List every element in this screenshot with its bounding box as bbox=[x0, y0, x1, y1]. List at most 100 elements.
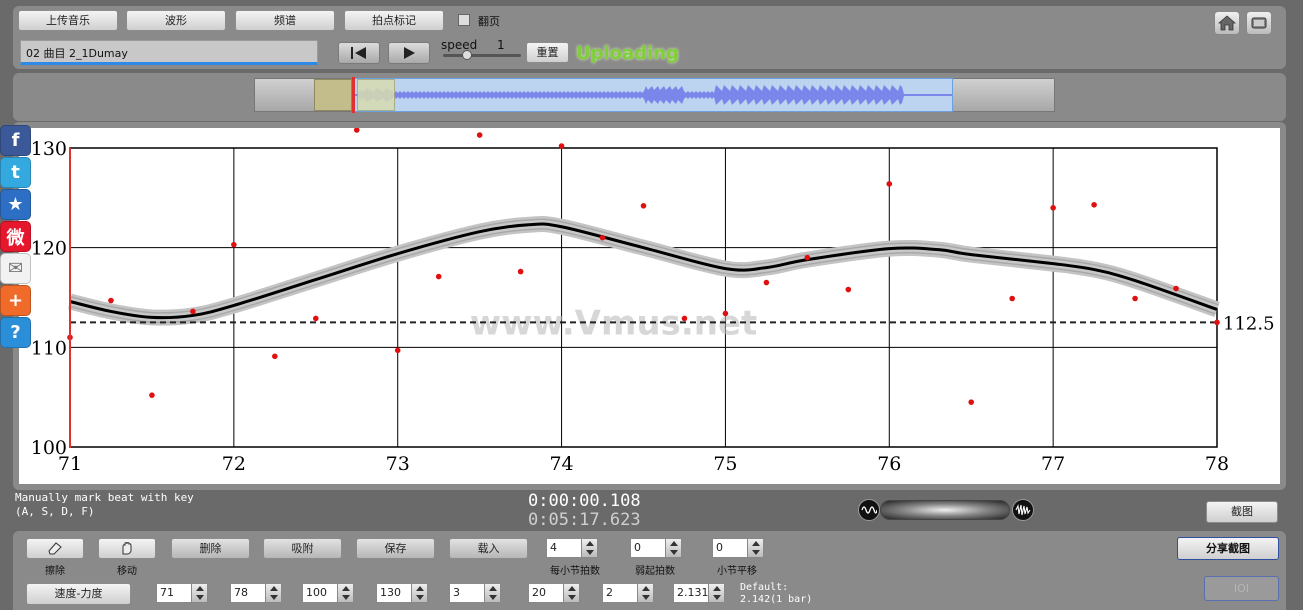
move-hand-icon bbox=[122, 542, 132, 555]
share-screenshot-button[interactable]: 分享截图 bbox=[1177, 537, 1279, 560]
waveform-overview-panel bbox=[13, 73, 1286, 121]
y-tick-label: 110 bbox=[31, 337, 67, 359]
help-icon[interactable]: ? bbox=[0, 317, 31, 348]
beat-point[interactable] bbox=[1009, 295, 1015, 302]
stepper-arrows[interactable] bbox=[265, 584, 281, 602]
waveform-selection-left[interactable] bbox=[314, 79, 352, 111]
home-icon bbox=[1218, 15, 1236, 31]
delete-button[interactable]: 删除 bbox=[171, 538, 250, 559]
beat-point[interactable] bbox=[312, 315, 319, 322]
ioi-button[interactable]: IOI bbox=[1204, 576, 1279, 601]
beat-point[interactable] bbox=[886, 181, 893, 187]
reset-button[interactable]: 重置 bbox=[526, 42, 569, 63]
stepper-arrows[interactable] bbox=[563, 584, 579, 602]
flip-page-checkbox[interactable] bbox=[458, 14, 470, 26]
share-plus-icon[interactable]: + bbox=[0, 285, 31, 316]
spectrum-button[interactable]: 频谱 bbox=[235, 10, 335, 31]
waveform-playhead[interactable] bbox=[352, 77, 355, 113]
weak-start-stepper[interactable]: 0 bbox=[630, 538, 682, 558]
zoom-out-button[interactable] bbox=[858, 499, 880, 521]
speed-label: speed bbox=[441, 38, 478, 52]
x-tick-label: 77 bbox=[1041, 453, 1065, 475]
beat-point[interactable] bbox=[599, 234, 606, 241]
beat-point[interactable] bbox=[108, 297, 114, 304]
beat-point[interactable] bbox=[353, 128, 360, 133]
zoom-in-button[interactable] bbox=[1012, 499, 1034, 521]
beat-point[interactable] bbox=[845, 286, 852, 293]
waveform-view-window[interactable] bbox=[353, 78, 953, 112]
stepper-arrows[interactable] bbox=[581, 539, 597, 557]
beat-point[interactable] bbox=[1091, 202, 1097, 208]
twitter-icon[interactable]: t bbox=[0, 157, 31, 188]
beat-point[interactable] bbox=[149, 392, 155, 398]
y-min-stepper[interactable]: 100 bbox=[302, 583, 354, 603]
beat-point[interactable] bbox=[272, 353, 278, 360]
window-stepper[interactable]: 20 bbox=[528, 583, 580, 603]
beat-point[interactable] bbox=[394, 347, 401, 354]
mail-icon[interactable]: ✉ bbox=[0, 253, 31, 284]
stepper-arrows[interactable] bbox=[665, 539, 681, 557]
upload-music-button[interactable]: 上传音乐 bbox=[18, 10, 118, 31]
speed-slider-thumb[interactable] bbox=[462, 50, 472, 60]
mode-select-button[interactable]: 速度-力度 bbox=[26, 583, 131, 605]
smooth-stepper[interactable]: 3 bbox=[449, 583, 501, 603]
screenshot-button[interactable]: 截图 bbox=[1206, 501, 1278, 523]
beat-point[interactable] bbox=[968, 399, 975, 405]
beat-point[interactable] bbox=[804, 254, 811, 261]
save-button[interactable]: 保存 bbox=[356, 538, 435, 559]
play-button[interactable] bbox=[388, 42, 430, 64]
favorite-icon[interactable]: ★ bbox=[0, 189, 31, 220]
order-stepper[interactable]: 2 bbox=[602, 583, 654, 603]
beat-point[interactable] bbox=[231, 241, 237, 248]
tempo-chart: www.Vmus.net 112.5 71 72 73 74 75 76 77 7813012… bbox=[31, 128, 1275, 475]
beat-point[interactable] bbox=[640, 203, 647, 209]
beat-point[interactable] bbox=[722, 310, 729, 317]
stepper-arrows[interactable] bbox=[337, 584, 353, 602]
stepper-arrows[interactable] bbox=[191, 584, 207, 602]
beat-point[interactable] bbox=[558, 143, 565, 149]
beat-mark-button[interactable]: 拍点标记 bbox=[344, 10, 444, 31]
stepper-arrows[interactable] bbox=[411, 584, 427, 602]
beat-point[interactable] bbox=[1173, 285, 1179, 292]
y-max-stepper[interactable]: 130 bbox=[376, 583, 428, 603]
stepper-arrows[interactable] bbox=[637, 584, 653, 602]
home-button[interactable] bbox=[1214, 11, 1240, 35]
beat-point[interactable] bbox=[1214, 319, 1220, 326]
skip-back-button[interactable] bbox=[338, 42, 380, 64]
stepper-arrows[interactable] bbox=[484, 584, 500, 602]
beat-point[interactable] bbox=[435, 273, 442, 280]
beat-point[interactable] bbox=[517, 268, 524, 275]
x-max-stepper[interactable]: 78 bbox=[230, 583, 282, 603]
beats-per-bar-stepper[interactable]: 4 bbox=[546, 538, 598, 558]
default-note: Default: 2.142(1 bar) bbox=[740, 582, 813, 605]
window-icon bbox=[1251, 17, 1267, 29]
snap-button[interactable]: 吸附 bbox=[263, 538, 342, 559]
beat-point[interactable] bbox=[1050, 205, 1056, 211]
wave-wide-icon bbox=[1015, 504, 1031, 516]
duration-stepper[interactable]: 2.1316 bbox=[673, 583, 725, 603]
move-tool-button[interactable] bbox=[98, 538, 156, 559]
speed-slider-track[interactable] bbox=[443, 54, 521, 57]
song-title-field[interactable]: 02 曲目 2_1Dumay bbox=[20, 40, 318, 65]
facebook-icon[interactable]: f bbox=[0, 125, 31, 156]
window-button[interactable] bbox=[1246, 11, 1272, 35]
waveform-button[interactable]: 波形 bbox=[126, 10, 226, 31]
bar-shift-stepper[interactable]: 0 bbox=[712, 538, 764, 558]
beat-point[interactable] bbox=[1132, 295, 1138, 302]
load-button[interactable]: 载入 bbox=[449, 538, 528, 559]
x-min-stepper[interactable]: 71 bbox=[156, 583, 208, 603]
stepper-arrows[interactable] bbox=[708, 584, 724, 602]
stepper-arrows[interactable] bbox=[747, 539, 763, 557]
beat-point[interactable] bbox=[763, 279, 770, 286]
top-toolbar: 上传音乐 波形 频谱 拍点标记 翻页 02 曲目 2_1Dumay speed … bbox=[13, 6, 1286, 69]
waveform-selection-right[interactable] bbox=[357, 79, 395, 111]
weibo-icon[interactable]: 微 bbox=[0, 221, 31, 252]
speed-value: 1 bbox=[497, 38, 505, 52]
flip-page-label: 翻页 bbox=[478, 15, 500, 28]
erase-tool-button[interactable] bbox=[26, 538, 84, 559]
beat-point[interactable] bbox=[681, 315, 688, 322]
zoom-slider[interactable] bbox=[880, 500, 1010, 520]
beat-point[interactable] bbox=[190, 308, 196, 315]
beat-point[interactable] bbox=[476, 132, 483, 138]
y-max-value: 130 bbox=[380, 586, 401, 599]
